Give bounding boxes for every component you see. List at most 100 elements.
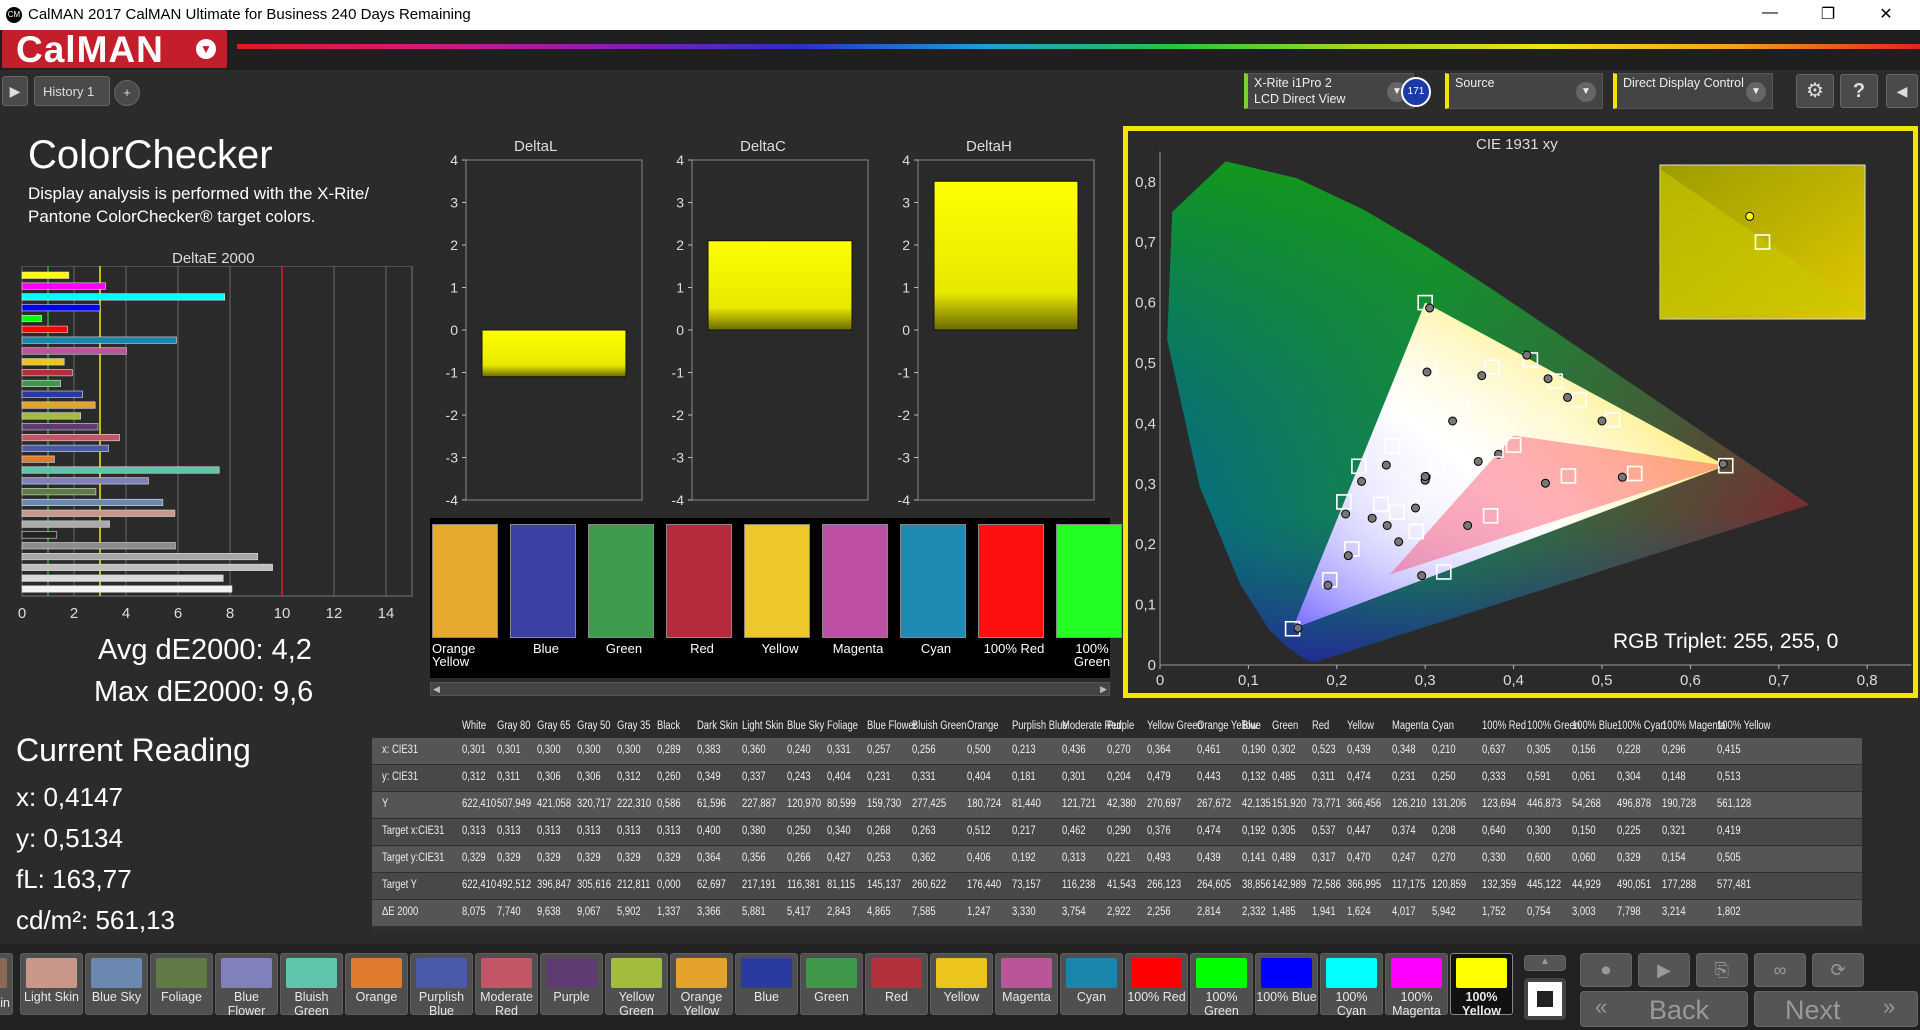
swatch-color (1196, 958, 1247, 988)
swatch-button[interactable]: Green (800, 953, 863, 1015)
cie-x-tick-label: 0,8 (1857, 672, 1878, 689)
table-header-cell: 100% Cyan (1617, 720, 1666, 732)
cie-measured-point (1522, 350, 1532, 360)
next-button[interactable]: Next » (1754, 991, 1918, 1027)
swatch-button[interactable]: 100% Magenta (1385, 953, 1448, 1018)
minimize-icon[interactable]: — (1760, 4, 1780, 24)
swatch-button[interactable]: 100% Green (1190, 953, 1253, 1018)
swatch-color (806, 958, 857, 988)
back-button[interactable]: « Back (1580, 991, 1748, 1027)
table-cell: 0,415 (1717, 744, 1741, 756)
swatch-color (1001, 958, 1052, 988)
table-cell: 44,929 (1572, 879, 1601, 891)
restore-icon[interactable]: ❐ (1818, 4, 1838, 24)
swatch-button[interactable]: 100% Red (1125, 953, 1188, 1015)
bottom-swatch-list: in Light Skin Blue Sky Foliage Blue Flower Bl… (0, 0, 1520, 1030)
swatch-label: Foliage (161, 990, 202, 1004)
swatch-button[interactable]: Bluish Green (280, 953, 343, 1018)
swatch-label: Blue Sky (91, 990, 142, 1004)
table-cell: 446,873 (1527, 798, 1562, 810)
swatch-label: 100% Cyan (1335, 990, 1368, 1018)
record-icon[interactable]: ⏺ (1580, 953, 1632, 987)
chevron-down-icon: ▼ (1746, 82, 1766, 102)
table-cell: 0,754 (1527, 906, 1551, 918)
swatch-button[interactable]: Yellow Green (605, 953, 668, 1018)
rgb-triplet: RGB Triplet: 255, 255, 0 (1613, 630, 1839, 653)
swatch-button[interactable]: Blue Flower (215, 953, 278, 1018)
swatch-button[interactable]: Purple (540, 953, 603, 1015)
swatch-label: Orange (355, 990, 398, 1004)
swatch-color (871, 958, 922, 988)
swatch-button[interactable]: 100% Blue (1255, 953, 1318, 1015)
table-cell: 0,513 (1717, 771, 1741, 783)
scroll-up-icon[interactable]: ▲ (1524, 955, 1566, 971)
swatch-color (1391, 958, 1442, 988)
table-cell: 0,305 (1527, 744, 1551, 756)
swatch-label: Yellow (943, 990, 980, 1004)
swatch-button[interactable]: 100% Yellow (1450, 953, 1513, 1018)
swatch-color (286, 958, 337, 988)
table-cell: 0,061 (1572, 771, 1596, 783)
table-header-cell: 100% Blue (1572, 720, 1618, 732)
swatch-button[interactable]: Blue Sky (85, 953, 148, 1015)
swatch-label: Purple (553, 990, 590, 1004)
swatch-button[interactable]: Yellow (930, 953, 993, 1015)
swatch-button[interactable]: in (0, 953, 13, 1015)
gear-icon[interactable]: ⚙ (1796, 74, 1834, 108)
table-cell: 0,505 (1717, 852, 1741, 864)
loop-icon[interactable]: ∞ (1754, 953, 1806, 987)
swatch-button[interactable]: Orange (345, 953, 408, 1015)
swatch-button[interactable]: Cyan (1060, 953, 1123, 1015)
swatch-label: 100% Magenta (1392, 990, 1441, 1018)
swatch-button[interactable]: Foliage (150, 953, 213, 1015)
swatch-color (676, 958, 727, 988)
display-selector[interactable]: Direct Display Control ▼ (1613, 73, 1773, 109)
next-chevron-icon: » (1883, 994, 1896, 1019)
table-cell: 496,878 (1617, 798, 1652, 810)
table-cell: 0,419 (1717, 825, 1741, 837)
cie-inset-measured-point (1745, 211, 1755, 221)
cie-x-tick-label: 0,7 (1768, 672, 1789, 689)
swatch-button[interactable]: Blue (735, 953, 798, 1015)
swatch-label: Blue Flower (227, 990, 266, 1018)
table-cell: 7,798 (1617, 906, 1641, 918)
swatch-color (546, 958, 597, 988)
back-label: Back (1649, 995, 1710, 1025)
help-icon[interactable]: ? (1840, 74, 1878, 108)
swatch-button[interactable]: Moderate Red (475, 953, 538, 1018)
table-cell: 0,304 (1617, 771, 1641, 783)
table-cell: 3,214 (1662, 906, 1686, 918)
swatch-color (481, 958, 532, 988)
save-icon[interactable]: ⎘ (1696, 953, 1748, 987)
swatch-label: Moderate Red (480, 990, 533, 1018)
close-icon[interactable]: ✕ (1876, 4, 1896, 24)
table-cell: 0,300 (1527, 825, 1551, 837)
swatch-label: Yellow Green (618, 990, 655, 1018)
cie-measured-point (1597, 416, 1607, 426)
swatch-button[interactable]: 100% Cyan (1320, 953, 1383, 1018)
table-cell: 177,288 (1662, 879, 1697, 891)
swatch-button[interactable]: Orange Yellow (670, 953, 733, 1018)
table-cell: 190,728 (1662, 798, 1697, 810)
swatch-label: 100% Yellow (1462, 990, 1501, 1018)
stop-button[interactable] (1524, 978, 1566, 1020)
swatch-color (0, 958, 7, 988)
swatch-button[interactable]: Red (865, 953, 928, 1015)
play-icon[interactable]: ▶ (1638, 953, 1690, 987)
swatch-button[interactable]: Magenta (995, 953, 1058, 1015)
cie-measured-point (1540, 478, 1550, 488)
swatch-label: Red (885, 990, 908, 1004)
table-header-cell: 100% Yellow (1717, 720, 1771, 732)
collapse-icon[interactable]: ◀ (1886, 74, 1918, 108)
chevron-down-icon: ▼ (1576, 82, 1596, 102)
swatch-color (351, 958, 402, 988)
swatch-button[interactable]: Purplish Blue (410, 953, 473, 1018)
swatch-label: 100% Red (1127, 990, 1186, 1004)
swatch-color (611, 958, 662, 988)
swatch-color (1326, 958, 1377, 988)
swatch-button[interactable]: Light Skin (20, 953, 83, 1015)
table-cell: 0,148 (1662, 771, 1686, 783)
refresh-icon[interactable]: ⟳ (1812, 953, 1864, 987)
swatch-color (741, 958, 792, 988)
display-label: Direct Display Control (1623, 76, 1744, 90)
